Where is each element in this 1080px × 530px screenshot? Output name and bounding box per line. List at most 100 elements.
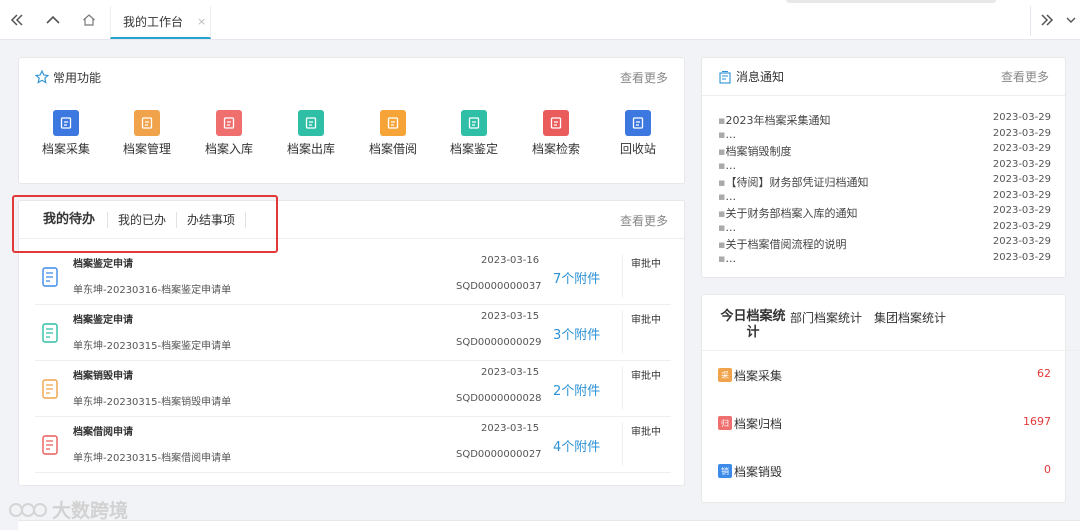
- function-3[interactable]: 档案出库: [276, 110, 346, 157]
- stat-row: 采档案采集 62: [718, 365, 1051, 385]
- function-label: 档案检索: [531, 142, 580, 156]
- notice-item[interactable]: ▪... 2023-03-29: [718, 190, 1051, 206]
- outbound-icon: [298, 110, 324, 136]
- collect-icon: [53, 110, 79, 136]
- todo-code: SQD0000000037: [456, 281, 542, 292]
- todo-code: SQD0000000027: [456, 449, 542, 460]
- tab-today-stats[interactable]: 今日档案统计: [718, 309, 788, 341]
- attachments-link[interactable]: 7个附件: [553, 268, 600, 287]
- attachments-link[interactable]: 3个附件: [553, 324, 600, 343]
- todo-row[interactable]: 档案销毁申请单东坤-20230315-档案销毁申请单 2023-03-15 SQD0…: [35, 361, 671, 417]
- card-header: 常用功能 查看更多: [19, 58, 684, 96]
- attachments-link[interactable]: 2个附件: [553, 380, 600, 399]
- appraise-doc-icon: [42, 267, 58, 287]
- divider: [622, 311, 623, 353]
- divider: [622, 367, 623, 409]
- todo-more-link[interactable]: 查看更多: [620, 212, 668, 229]
- chevron-up-icon: [46, 15, 60, 24]
- notice-item[interactable]: ▪关于财务部档案入库的通知 2023-03-29: [718, 205, 1051, 221]
- notice-item[interactable]: ▪2023年档案采集通知 2023-03-29: [718, 112, 1051, 128]
- tab-group-stats[interactable]: 集团档案统计: [874, 309, 946, 326]
- function-label: 回收站: [619, 142, 656, 156]
- function-2[interactable]: 档案入库: [194, 110, 264, 157]
- stat-label: 档案采集: [734, 369, 783, 383]
- double-chevron-left-icon: [10, 14, 23, 26]
- dropdown-button[interactable]: [1062, 0, 1080, 40]
- tab-label: 我的工作台: [123, 15, 184, 29]
- function-5[interactable]: 档案鉴定: [439, 110, 509, 157]
- scroll-right-button[interactable]: [1030, 0, 1064, 40]
- collapse-button[interactable]: [36, 0, 70, 40]
- highlight-box: [12, 195, 278, 253]
- function-7[interactable]: 回收站: [603, 110, 673, 157]
- function-1[interactable]: 档案管理: [112, 110, 182, 157]
- notice-item[interactable]: ▪... 2023-03-29: [718, 128, 1051, 144]
- function-4[interactable]: 档案借阅: [358, 110, 428, 157]
- notice-date: 2023-03-29: [992, 220, 1051, 232]
- status-badge: 审批中: [631, 315, 661, 326]
- notice-date: 2023-03-29: [992, 112, 1051, 123]
- stat-value: 62: [1037, 367, 1051, 380]
- status-badge: 审批中: [631, 371, 661, 382]
- notice-date: 2023-03-29: [992, 158, 1051, 170]
- stat-label: 档案归档: [734, 417, 783, 431]
- attachments-link[interactable]: 4个附件: [553, 436, 600, 455]
- scroll-left-button[interactable]: [0, 0, 34, 40]
- notice-item[interactable]: ▪... 2023-03-29: [718, 252, 1051, 268]
- watermark-text: 大数跨境: [52, 500, 129, 522]
- todo-subtitle: 单东坤-20230315-档案销毁申请单: [73, 397, 232, 408]
- function-6[interactable]: 档案检索: [521, 110, 591, 157]
- tab-my-workbench[interactable]: 我的工作台 ×: [110, 6, 211, 39]
- notice-item[interactable]: ▪【待阅】财务部凭证归档通知 2023-03-29: [718, 174, 1051, 190]
- divider: [622, 255, 623, 297]
- notice-date: 2023-03-29: [992, 127, 1051, 139]
- notice-item[interactable]: ▪档案销毁制度 2023-03-29: [718, 143, 1051, 159]
- search-icon: [543, 110, 569, 136]
- top-strip: [786, 0, 996, 3]
- status-badge: 审批中: [631, 427, 661, 438]
- notice-text: ▪档案销毁制度: [718, 145, 792, 158]
- home-button[interactable]: [72, 0, 106, 40]
- bottom-card-edge: [18, 520, 1080, 530]
- todo-date: 2023-03-16: [481, 255, 540, 266]
- todo-row[interactable]: 档案借阅申请 单东坤-20230315-档案借阅申请单 2023-03-15 SQD0…: [35, 417, 671, 473]
- todo-date: 2023-03-15: [481, 367, 540, 378]
- notices-card: 消息通知 查看更多 ▪2023年档案采集通知 2023-03-29 ▪... 2023…: [701, 57, 1066, 278]
- recycle-icon: [625, 110, 651, 136]
- functions-title: 常用功能: [53, 70, 102, 85]
- notice-item[interactable]: ▪关于档案借阅流程的说明 2023-03-29: [718, 236, 1051, 252]
- notice-text: ▪关于档案借阅流程的说明: [718, 238, 847, 251]
- notice-date: 2023-03-29: [992, 236, 1051, 247]
- functions-more-link[interactable]: 查看更多: [620, 69, 668, 86]
- todo-code: SQD0000000028: [456, 393, 542, 404]
- borrow-doc-icon: [42, 435, 58, 455]
- card-title: 消息通知: [718, 68, 784, 85]
- watermark: 大数跨境: [8, 496, 128, 523]
- notice-date: 2023-03-29: [992, 174, 1051, 185]
- function-label: 档案出库: [286, 142, 335, 156]
- stat-value: 1697: [1023, 415, 1051, 428]
- notice-item[interactable]: ▪... 2023-03-29: [718, 221, 1051, 237]
- notice-text: ▪...: [718, 127, 736, 141]
- tab-close-icon[interactable]: ×: [197, 15, 206, 28]
- appraise-icon: [461, 110, 487, 136]
- notice-date: 2023-03-29: [992, 143, 1051, 154]
- manage-icon: [134, 110, 160, 136]
- todo-title: 档案销毁申请: [73, 371, 133, 382]
- stats-card: 今日档案统计 部门档案统计 集团档案统计 采档案采集 62 归档案归档 1697 销档案…: [701, 294, 1080, 503]
- stat-badge-icon: 采: [718, 368, 732, 382]
- notice-text: ▪...: [718, 158, 736, 172]
- borrow-icon: [380, 110, 406, 136]
- function-label: 档案鉴定: [449, 142, 498, 156]
- todo-row[interactable]: 档案鉴定申请 单东坤-20230316-档案鉴定申请单 2023-03-16 SQD0…: [35, 249, 671, 305]
- function-0[interactable]: 档案采集: [31, 110, 101, 157]
- stat-row: 归档案归档 1697: [718, 413, 1051, 433]
- notices-more-link[interactable]: 查看更多: [1001, 68, 1049, 85]
- todo-row[interactable]: 档案鉴定申请 单东坤-20230315-档案鉴定申请单 2023-03-15 SQD0…: [35, 305, 671, 361]
- notice-item[interactable]: ▪... 2023-03-29: [718, 159, 1051, 175]
- tab-dept-stats[interactable]: 部门档案统计: [790, 309, 862, 326]
- todo-title: 档案借阅申请: [73, 427, 133, 438]
- notices-title: 消息通知: [736, 70, 785, 84]
- double-chevron-right-icon: [1041, 14, 1054, 26]
- notice-text: ▪...: [718, 189, 736, 203]
